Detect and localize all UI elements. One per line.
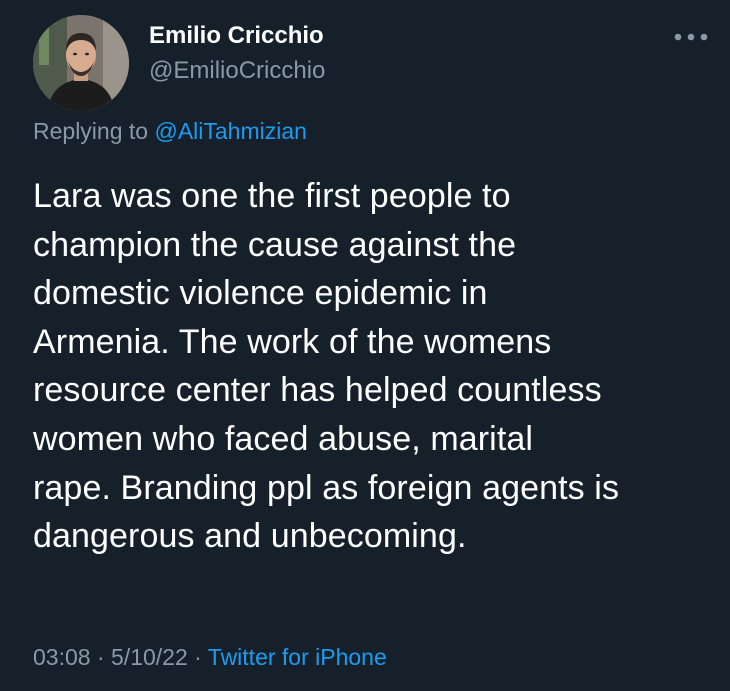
meta-separator: · xyxy=(90,644,112,670)
reply-context-prefix: Replying to xyxy=(33,118,155,144)
tweet-date[interactable]: 5/10/22 xyxy=(111,644,188,670)
author-handle[interactable]: @EmilioCricchio xyxy=(149,56,325,86)
meta-separator: · xyxy=(187,644,208,670)
more-options-button[interactable] xyxy=(668,22,714,52)
avatar-photo-icon xyxy=(33,15,129,111)
tweet-detail: Emilio Cricchio @EmilioCricchio Replying… xyxy=(0,0,730,691)
tweet-text: Lara was one the first people to champio… xyxy=(33,177,620,556)
tweet-source-link[interactable]: Twitter for iPhone xyxy=(208,644,387,670)
author-avatar[interactable] xyxy=(33,15,129,111)
reply-context: Replying to @AliTahmizian xyxy=(33,116,307,146)
reply-mention-link[interactable]: @AliTahmizian xyxy=(154,118,306,144)
more-horizontal-icon xyxy=(674,33,708,41)
tweet-time[interactable]: 03:08 xyxy=(33,644,91,670)
author-display-name[interactable]: Emilio Cricchio xyxy=(149,21,324,51)
tweet-metadata: 03:08 · 5/10/22 · Twitter for iPhone xyxy=(33,642,387,672)
